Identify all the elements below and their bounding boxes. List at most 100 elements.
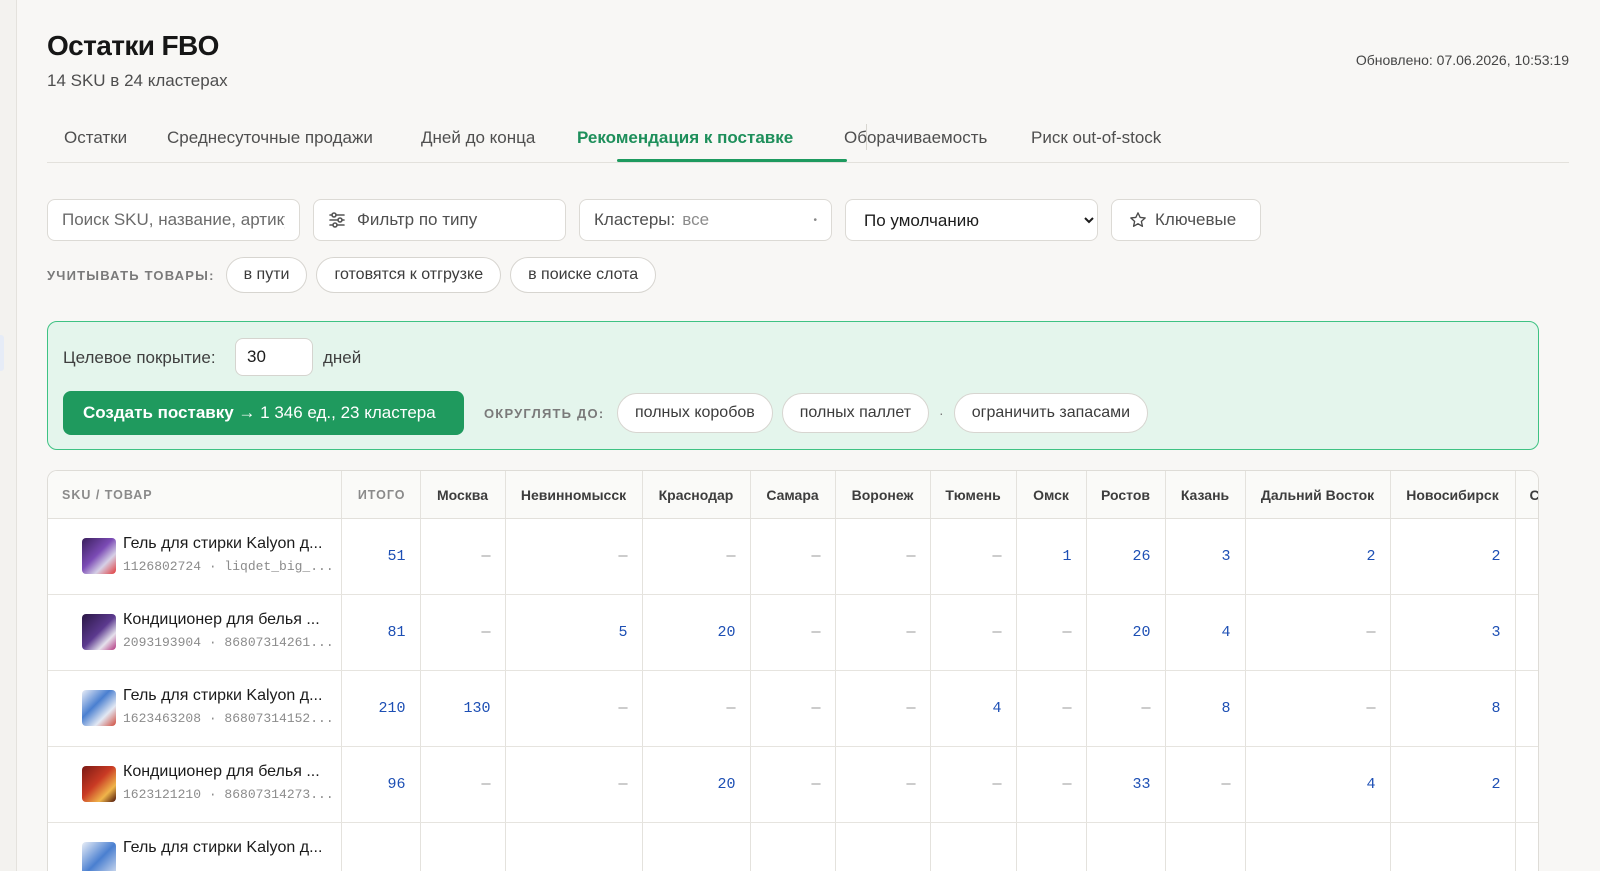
chip-in-transit[interactable]: в пути [225,257,308,293]
cluster-qty-cell: 3 [1165,518,1246,595]
col-header-cluster[interactable]: Краснодар [642,471,751,519]
sku-cell[interactable]: Кондиционер для белья ... 1623121210 · 86… [48,746,342,823]
left-sidebar-edge [0,0,17,871]
cluster-qty-cell: — [505,670,643,747]
sku-cell[interactable]: Гель для стирки Kalyon д... [48,822,342,871]
col-header-cluster[interactable]: Невинномысск [505,471,643,519]
chip-full-boxes[interactable]: полных коробов [617,393,773,433]
cluster-qty-cell [1515,822,1538,871]
table-row[interactable]: Гель для стирки Kalyon д... [48,822,1538,871]
col-header-cluster[interactable]: Москва [420,471,506,519]
table-body: Гель для стирки Kalyon д... 1126802724 · … [48,518,1538,871]
cluster-qty-cell: — [750,594,836,671]
type-filter-button[interactable]: Фильтр по типу [313,199,566,241]
table-row[interactable]: Гель для стирки Kalyon д... 1623463208 · … [48,670,1538,747]
clusters-dropdown[interactable]: Кластеры: все • [579,199,832,241]
round-options: полных коробов полных паллет · ограничит… [617,393,1157,433]
sort-select[interactable]: По умолчанию [846,200,1097,240]
col-header-cluster[interactable]: Дальний Восток [1245,471,1391,519]
create-supply-summary: 1 346 ед., 23 кластера [260,403,436,422]
cluster-qty-cell: 2 [1245,518,1391,595]
star-icon [1130,212,1146,227]
total-cell [341,822,421,871]
tab-days-left[interactable]: Дней до конца [421,128,535,148]
col-header-total[interactable]: ИТОГО [341,471,421,519]
chip-full-pallets[interactable]: полных паллет [781,393,930,433]
cluster-qty-cell: — [750,670,836,747]
tab-turnover[interactable]: Оборачиваемость [844,128,987,148]
product-thumbnail [82,690,116,726]
col-header-cluster[interactable]: Казань [1165,471,1246,519]
table-row[interactable]: Кондиционер для белья ... 2093193904 · 86… [48,594,1538,671]
tab-stock[interactable]: Остатки [64,128,127,148]
cluster-qty-cell: 33 [1086,746,1166,823]
recommendation-table-container[interactable]: SKU / ТОВАР ИТОГО Москва Невинномысск Кр… [47,470,1539,871]
cluster-qty-cell: 5 [505,594,643,671]
product-thumbnail [82,842,116,871]
product-meta: 2093193904 · 86807314261... [123,635,334,650]
cluster-qty-cell [835,822,931,871]
search-input[interactable] [48,210,299,230]
sku-cell[interactable]: Гель для стирки Kalyon д... 1623463208 · … [48,670,342,747]
key-items-label: Ключевые [1155,210,1237,229]
tab-avg-daily-sales[interactable]: Среднесуточные продажи [167,128,373,148]
key-items-toggle[interactable]: Ключевые [1111,199,1261,241]
cluster-qty-cell: — [1165,746,1246,823]
product-name: Гель для стирки Kalyon д... [123,839,323,856]
sliders-icon [329,212,345,228]
tab-supply-recommendation[interactable]: Рекомендация к поставке [577,128,793,148]
table-row[interactable]: Кондиционер для белья ... 1623121210 · 86… [48,746,1538,823]
chip-preparing-shipment[interactable]: готовятся к отгрузке [316,257,502,293]
product-meta: 1126802724 · liqdet_big_... [123,559,334,574]
cluster-qty-cell: 130 [420,670,506,747]
total-cell: 96 [341,746,421,823]
cluster-qty-cell: 26 [1086,518,1166,595]
cluster-qty-cell: — [505,518,643,595]
col-header-cluster[interactable]: Самара [750,471,836,519]
cluster-qty-cell [1515,594,1538,671]
coverage-days-input[interactable] [235,338,313,376]
cluster-qty-cell: — [420,746,506,823]
chip-searching-slot[interactable]: в поиске слота [510,257,657,293]
create-supply-button[interactable]: Создать поставку → 1 346 ед., 23 кластер… [63,391,464,435]
col-header-cluster[interactable]: Тюмень [930,471,1017,519]
include-goods-row: УЧИТЫВАТЬ ТОВАРЫ: в пути готовятся к отг… [47,256,665,294]
cluster-qty-cell: — [750,518,836,595]
cluster-qty-cell: — [642,518,751,595]
sku-cell[interactable]: Гель для стирки Kalyon д... 1126802724 · … [48,518,342,595]
clusters-value: все [682,210,710,229]
col-header-cluster[interactable]: Ростов [1086,471,1166,519]
cluster-qty-cell: — [1245,670,1391,747]
cluster-qty-cell: — [1016,670,1087,747]
cluster-qty-cell [1165,822,1246,871]
cluster-qty-cell [1390,822,1516,871]
tab-out-of-stock-risk[interactable]: Риск out-of-stock [1031,128,1161,148]
cluster-qty-cell: 8 [1165,670,1246,747]
type-filter-label: Фильтр по типу [357,210,478,229]
page-title: Остатки FBO [47,30,219,61]
table-row[interactable]: Гель для стирки Kalyon д... 1126802724 · … [48,518,1538,595]
cluster-qty-cell: 20 [642,746,751,823]
col-header-cluster[interactable]: С [1515,471,1538,519]
col-header-cluster[interactable]: Воронеж [835,471,931,519]
search-box [47,199,300,241]
cluster-qty-cell: — [1016,746,1087,823]
sort-select-box: По умолчанию [845,199,1098,241]
cluster-qty-cell: — [1016,594,1087,671]
round-to-label: ОКРУГЛЯТЬ ДО: [484,406,605,421]
cluster-qty-cell: — [1086,670,1166,747]
cluster-qty-cell [1515,518,1538,595]
supply-plan-panel: Целевое покрытие: дней Создать поставку … [47,321,1539,450]
cluster-qty-cell: — [835,594,931,671]
tab-bar: Остатки Среднесуточные продажи Дней до к… [47,114,1569,163]
col-header-cluster[interactable]: Омск [1016,471,1087,519]
cluster-qty-cell: — [930,746,1017,823]
col-header-cluster[interactable]: Новосибирск [1390,471,1516,519]
cluster-qty-cell: — [835,746,931,823]
sku-cell[interactable]: Кондиционер для белья ... 2093193904 · 86… [48,594,342,671]
chip-limit-by-stock[interactable]: ограничить запасами [953,393,1149,433]
recommendation-table: SKU / ТОВАР ИТОГО Москва Невинномысск Кр… [48,471,1538,871]
cluster-qty-cell: — [642,670,751,747]
col-header-sku[interactable]: SKU / ТОВАР [48,471,342,519]
cluster-qty-cell: 20 [1086,594,1166,671]
